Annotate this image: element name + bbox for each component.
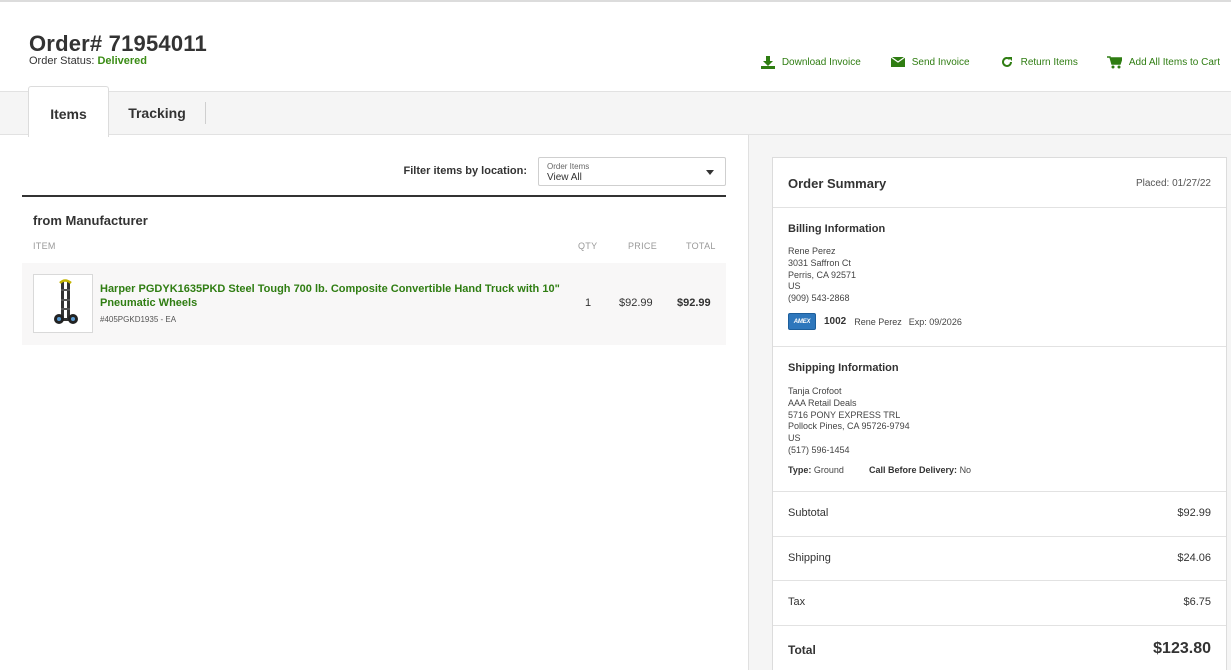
add-all-to-cart-label: Add All Items to Cart xyxy=(1128,56,1220,68)
divider xyxy=(773,536,1226,537)
filter-value: View All xyxy=(547,172,582,183)
shipping-line: 5716 PONY EXPRESS TRL xyxy=(788,409,901,420)
divider xyxy=(773,625,1226,626)
group-title: from Manufacturer xyxy=(33,213,148,228)
location-filter-select[interactable]: Order Items View All xyxy=(538,157,726,186)
chevron-down-icon xyxy=(706,170,714,175)
item-price: $92.99 xyxy=(619,297,653,309)
shipping-title: Shipping Information xyxy=(788,362,899,374)
tab-divider xyxy=(205,102,206,124)
card-holder-name: Rene Perez xyxy=(854,316,902,327)
download-invoice-label: Download Invoice xyxy=(781,56,861,68)
return-items-label: Return Items xyxy=(1020,56,1078,68)
order-summary-title: Order Summary xyxy=(788,176,887,191)
placed-date: Placed: 01/27/22 xyxy=(1135,178,1211,189)
divider xyxy=(773,207,1226,208)
shipping-cost-label: Shipping xyxy=(788,552,831,564)
card-last4: 1002 xyxy=(824,316,847,327)
billing-line: 3031 Saffron Ct xyxy=(788,257,851,268)
send-invoice-button[interactable]: Send Invoice xyxy=(890,55,970,69)
tab-items[interactable]: Items xyxy=(28,86,109,137)
call-before-label: Call Before Delivery: xyxy=(869,465,958,475)
tax-label: Tax xyxy=(788,596,806,608)
shipping-line: (517) 596-1454 xyxy=(788,444,850,455)
column-header-total: TOTAL xyxy=(686,241,716,251)
billing-line: Perris, CA 92571 xyxy=(788,269,857,280)
divider xyxy=(773,491,1226,492)
order-actions: Download Invoice Send Invoice Return Ite… xyxy=(731,55,1220,69)
tax-value: $6.75 xyxy=(1183,596,1211,608)
column-header-item: ITEM xyxy=(33,241,56,251)
item-total: $92.99 xyxy=(677,297,711,309)
order-summary-card: Order Summary Placed: 01/27/22 Billing I… xyxy=(772,157,1227,670)
shipping-address: Tanja Crofoot AAA Retail Deals 5716 PONY… xyxy=(788,386,910,457)
shipping-line: US xyxy=(788,433,801,444)
envelope-icon xyxy=(890,55,906,69)
divider xyxy=(773,346,1226,347)
download-invoice-button[interactable]: Download Invoice xyxy=(760,55,861,69)
order-status: Order Status: Delivered xyxy=(29,55,147,67)
shipping-cost-value: $24.06 xyxy=(1177,552,1211,564)
order-title: Order# 71954011 xyxy=(29,31,207,56)
return-items-button[interactable]: Return Items xyxy=(999,55,1078,69)
billing-address: Rene Perez 3031 Saffron Ct Perris, CA 92… xyxy=(788,246,856,305)
tab-bar: Items Tracking xyxy=(0,86,1231,137)
divider xyxy=(773,580,1226,581)
shipping-line: AAA Retail Deals xyxy=(788,397,857,408)
filter-label: Filter items by location: xyxy=(403,165,527,177)
filter-caption: Order Items xyxy=(547,162,590,171)
cart-icon xyxy=(1107,55,1123,69)
refresh-icon xyxy=(999,55,1015,69)
billing-line: (909) 543-2868 xyxy=(788,293,850,304)
send-invoice-label: Send Invoice xyxy=(911,56,970,68)
total-value: $123.80 xyxy=(1153,640,1211,657)
billing-line: US xyxy=(788,281,801,292)
item-sku: #405PGKD1935 - EA xyxy=(100,315,177,324)
order-status-value: Delivered xyxy=(97,55,148,67)
column-header-price: PRICE xyxy=(628,241,658,251)
items-divider xyxy=(22,195,726,197)
shipping-type: Type: Ground xyxy=(788,465,844,475)
subtotal-value: $92.99 xyxy=(1177,507,1211,519)
shipping-line: Pollock Pines, CA 95726-9794 xyxy=(788,421,910,432)
tab-tracking[interactable]: Tracking xyxy=(116,86,198,136)
call-before-value: No xyxy=(959,465,972,475)
add-all-to-cart-button[interactable]: Add All Items to Cart xyxy=(1107,55,1220,69)
payment-card: AMEX 1002 Rene Perez Exp: 09/2026 xyxy=(788,313,962,330)
hand-truck-icon[interactable] xyxy=(33,274,93,333)
billing-title: Billing Information xyxy=(788,223,886,235)
download-icon xyxy=(760,55,776,69)
amex-card-icon: AMEX xyxy=(788,313,816,330)
item-name-link[interactable]: Harper PGDYK1635PKD Steel Tough 700 lb. … xyxy=(100,282,560,310)
column-header-qty: QTY xyxy=(578,241,598,251)
billing-line: Rene Perez xyxy=(788,246,836,256)
total-label: Total xyxy=(788,643,816,657)
shipping-line: Tanja Crofoot xyxy=(788,386,842,396)
call-before-delivery: Call Before Delivery: No xyxy=(869,465,971,475)
shipping-type-value: Ground xyxy=(813,465,844,475)
table-row: Harper PGDYK1635PKD Steel Tough 700 lb. … xyxy=(22,263,726,345)
order-status-label: Order Status: xyxy=(29,55,95,67)
shipping-type-label: Type: xyxy=(788,465,812,475)
item-qty: 1 xyxy=(585,297,592,309)
card-expiration: Exp: 09/2026 xyxy=(908,316,962,327)
top-border xyxy=(0,0,1231,2)
subtotal-label: Subtotal xyxy=(788,507,829,519)
